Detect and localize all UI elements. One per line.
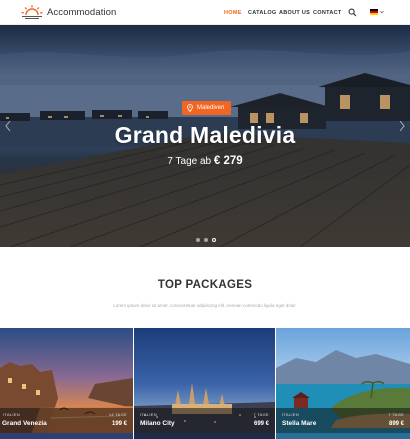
nav-home-label: HOME <box>224 9 242 16</box>
chevron-down-icon[interactable] <box>380 10 384 14</box>
card-country: ITALIEN <box>282 412 299 417</box>
card-title: Stella Mare <box>282 420 317 427</box>
german-flag-icon[interactable] <box>370 9 378 15</box>
slider-dot-2[interactable] <box>204 238 208 242</box>
card-info-bar: ITALIEN 7 TAGE Stella Mare 899 € <box>276 408 410 433</box>
nav-catalog-label: CATALOG <box>248 9 277 16</box>
chevron-right-icon[interactable] <box>398 120 406 132</box>
package-card-grand-venezia[interactable]: ITALIEN 14 TAGE Grand Venezia 199 € <box>0 328 133 439</box>
card-duration: 7 TAGE <box>388 412 404 417</box>
logo-text: Accommodation <box>47 6 117 18</box>
card-info-bar: ITALIEN 7 TAGE Milano City 699 € <box>134 408 275 433</box>
card-bottom-strip <box>0 433 133 439</box>
nav-contact[interactable]: CONTACT <box>313 0 342 25</box>
card-country: ITALIEN <box>140 412 157 417</box>
card-price: 899 € <box>388 421 404 427</box>
card-title: Milano City <box>140 420 175 427</box>
package-card-milano-city[interactable]: ITALIEN 7 TAGE Milano City 699 € <box>134 328 275 439</box>
card-duration: 14 TAGE <box>108 412 127 417</box>
nav-contact-label: CONTACT <box>313 9 342 16</box>
nav-catalog[interactable]: CATALOG <box>248 0 276 25</box>
nav-home[interactable]: HOME <box>224 0 242 25</box>
location-badge-label: Malediven <box>197 105 225 111</box>
card-duration: 7 TAGE <box>253 412 269 417</box>
slider-dot-3[interactable] <box>212 238 216 242</box>
section-title: TOP PACKAGES <box>157 279 253 291</box>
card-info-bar: ITALIEN 14 TAGE Grand Venezia 199 € <box>0 408 133 433</box>
chevron-left-icon[interactable] <box>4 120 12 132</box>
site-header: Accommodation HOME CATALOG ABOUT US CONT… <box>0 0 410 25</box>
card-price: 199 € <box>111 421 127 427</box>
card-bottom-strip <box>134 433 275 439</box>
sun-logo-icon <box>21 5 43 19</box>
hero-slider: Malediven Grand Maledivia 7 Tage ab € 27… <box>0 25 410 247</box>
package-cards: ITALIEN 14 TAGE Grand Venezia 199 € ITAL… <box>0 328 410 439</box>
nav-about-label: ABOUT US <box>279 9 311 16</box>
hero-subtitle: 7 Tage ab € 279 <box>0 155 410 167</box>
card-country: ITALIEN <box>3 412 20 417</box>
logo[interactable]: Accommodation <box>20 4 116 20</box>
slider-dot-1[interactable] <box>196 238 200 242</box>
search-icon[interactable] <box>348 8 357 17</box>
card-price: 699 € <box>253 421 269 427</box>
nav-about-us[interactable]: ABOUT US <box>279 0 310 25</box>
card-bottom-strip <box>276 433 410 439</box>
hero-price: € 279 <box>213 155 243 167</box>
hero-title: Grand Maledivia <box>114 122 296 148</box>
hero-duration: 7 Tage ab <box>167 156 212 167</box>
card-title: Grand Venezia <box>2 420 47 427</box>
location-badge[interactable]: Malediven <box>182 101 232 115</box>
package-card-stella-mare[interactable]: ITALIEN 7 TAGE Stella Mare 899 € <box>276 328 410 439</box>
slider-dots <box>196 238 216 242</box>
section-subtitle: Lorem ipsum dolor sit amet, consectetuer… <box>113 303 297 308</box>
map-pin-icon <box>187 104 193 112</box>
